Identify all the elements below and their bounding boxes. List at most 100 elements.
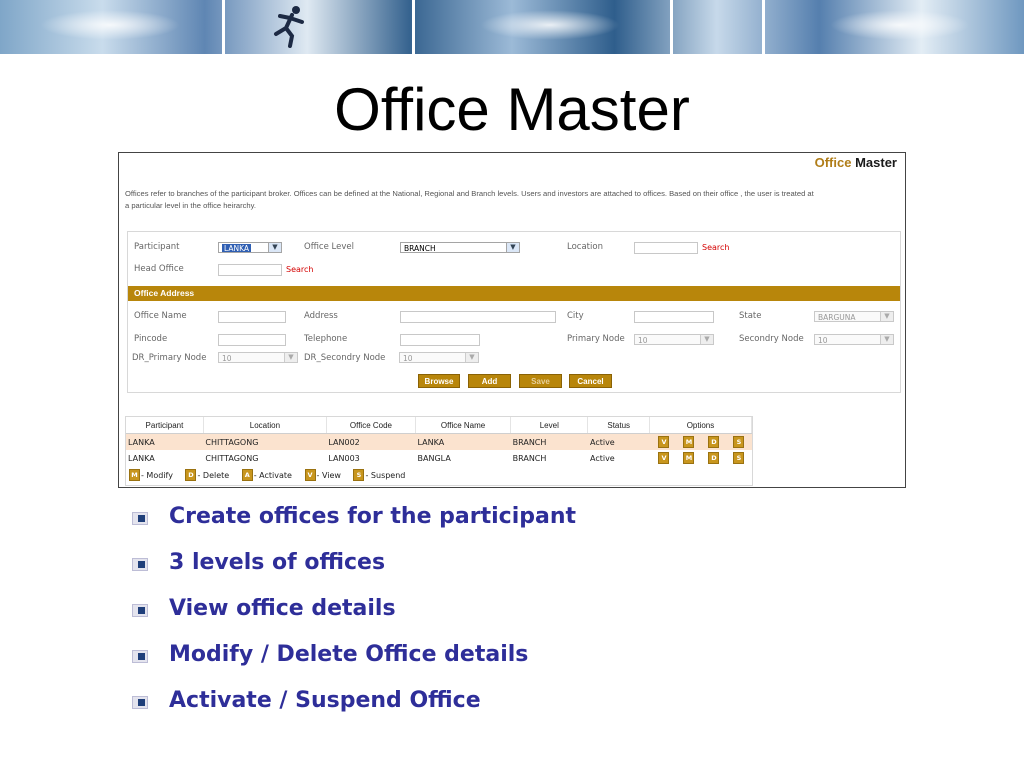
legend-text: - Activate xyxy=(253,470,292,480)
view-icon: V xyxy=(304,469,316,481)
cell-participant: LANKA xyxy=(128,453,155,463)
cell-office-code: LAN003 xyxy=(328,453,360,463)
chevron-down-icon[interactable]: ▼ xyxy=(268,243,281,252)
head-office-input[interactable] xyxy=(218,264,282,276)
offices-table-panel: Participant Location Office Code Office … xyxy=(125,416,753,486)
modify-icon: M xyxy=(129,469,140,481)
office-name-input[interactable] xyxy=(218,311,286,323)
primary-node-label: Primary Node xyxy=(567,334,625,344)
telephone-input[interactable] xyxy=(400,334,480,346)
table-row[interactable]: LANKA CHITTAGONG LAN003 BANGLA BRANCH Ac… xyxy=(126,450,752,466)
column-header-office-code[interactable]: Office Code xyxy=(326,417,417,434)
delete-icon[interactable]: D xyxy=(708,436,720,448)
legend-text: - View xyxy=(316,470,341,480)
banner-light-flare xyxy=(480,10,620,40)
chevron-down-icon[interactable]: ▼ xyxy=(880,335,893,344)
runner-icon xyxy=(274,6,304,48)
primary-node-select-value: 10 xyxy=(638,336,648,345)
browse-button[interactable]: Browse xyxy=(418,374,460,388)
column-header-location[interactable]: Location xyxy=(203,417,327,434)
city-label: City xyxy=(567,311,584,321)
chevron-down-icon[interactable]: ▼ xyxy=(506,243,519,252)
chevron-down-icon[interactable]: ▼ xyxy=(880,312,893,321)
legend-item-modify: M- Modify xyxy=(129,469,173,481)
column-header-options: Options xyxy=(649,417,753,434)
location-search-link[interactable]: Search xyxy=(702,243,729,252)
view-icon[interactable]: V xyxy=(658,436,670,448)
bullet-item: View office details xyxy=(130,594,576,640)
column-header-participant[interactable]: Participant xyxy=(126,417,204,434)
state-select-value: BARGUNA xyxy=(818,313,856,322)
cell-level: BRANCH xyxy=(510,433,588,450)
cell-status: Active xyxy=(587,433,650,450)
dr-secondry-node-select[interactable]: 10 ▼ xyxy=(399,352,479,363)
modify-icon[interactable]: M xyxy=(683,452,695,464)
office-level-select[interactable]: BRANCH ▼ xyxy=(400,242,520,253)
delete-icon: D xyxy=(185,469,197,481)
address-label: Address xyxy=(304,311,338,321)
chevron-down-icon[interactable]: ▼ xyxy=(700,335,713,344)
secondry-node-label: Secondry Node xyxy=(739,334,804,344)
bullet-icon xyxy=(132,558,148,571)
location-input[interactable] xyxy=(634,242,698,254)
column-header-office-name[interactable]: Office Name xyxy=(415,417,512,434)
cell-office-code: LAN002 xyxy=(326,433,416,450)
description-text: Offices refer to branches of the partici… xyxy=(125,189,814,210)
delete-icon[interactable]: D xyxy=(708,452,720,464)
bullet-item: Modify / Delete Office details xyxy=(130,640,576,686)
office-name-label: Office Name xyxy=(134,311,187,321)
state-select[interactable]: BARGUNA ▼ xyxy=(814,311,894,322)
column-header-level[interactable]: Level xyxy=(510,417,589,434)
cell-office-name: LANKA xyxy=(415,433,511,450)
bullet-item: Activate / Suspend Office xyxy=(130,686,576,732)
cancel-button[interactable]: Cancel xyxy=(569,374,612,388)
bullet-icon xyxy=(132,604,148,617)
bullet-text: 3 levels of offices xyxy=(169,550,386,575)
bullet-icon xyxy=(132,512,148,525)
dr-primary-node-select[interactable]: 10 ▼ xyxy=(218,352,298,363)
view-icon[interactable]: V xyxy=(658,452,670,464)
telephone-label: Telephone xyxy=(304,334,348,344)
options-legend: M- Modify D- Delete A- Activate V- View … xyxy=(129,469,415,481)
participant-label: Participant xyxy=(134,242,180,252)
pincode-label: Pincode xyxy=(134,334,168,344)
chevron-down-icon[interactable]: ▼ xyxy=(284,353,297,362)
head-office-label: Head Office xyxy=(134,264,184,274)
office-level-select-value: BRANCH xyxy=(404,244,436,253)
bullet-item: 3 levels of offices xyxy=(130,548,576,594)
bullet-text: Modify / Delete Office details xyxy=(169,642,529,667)
column-header-status[interactable]: Status xyxy=(587,417,650,434)
chevron-down-icon[interactable]: ▼ xyxy=(465,353,478,362)
add-button[interactable]: Add xyxy=(468,374,511,388)
app-title-office: Office xyxy=(814,155,852,170)
cell-options: VMDS xyxy=(649,433,752,450)
head-office-search-link[interactable]: Search xyxy=(286,265,313,274)
dr-primary-node-label: DR_Primary Node xyxy=(132,353,207,363)
table-row[interactable]: LANKA CHITTAGONG LAN002 LANKA BRANCH Act… xyxy=(126,433,752,450)
suspend-icon[interactable]: S xyxy=(733,436,745,448)
bullet-text: Activate / Suspend Office xyxy=(169,688,481,713)
bullet-text: View office details xyxy=(169,596,396,621)
legend-text: - Delete xyxy=(197,470,230,480)
participant-select[interactable]: LANKA ▼ xyxy=(218,242,282,253)
bullet-item: Create offices for the participant xyxy=(130,502,576,548)
pincode-input[interactable] xyxy=(218,334,286,346)
secondry-node-select[interactable]: 10 ▼ xyxy=(814,334,894,345)
address-input[interactable] xyxy=(400,311,556,323)
bullet-text: Create offices for the participant xyxy=(169,504,577,529)
banner-divider xyxy=(222,0,225,54)
city-input[interactable] xyxy=(634,311,714,323)
modify-icon[interactable]: M xyxy=(683,436,695,448)
save-button[interactable]: Save xyxy=(519,374,562,388)
app-title-master: Master xyxy=(855,155,897,170)
dr-primary-node-select-value: 10 xyxy=(222,354,232,363)
header-banner xyxy=(0,0,1024,54)
legend-text: - Modify xyxy=(141,470,173,480)
legend-item-activate: A- Activate xyxy=(241,469,292,481)
suspend-icon[interactable]: S xyxy=(733,452,745,464)
office-form: Participant LANKA ▼ Office Level BRANCH … xyxy=(127,231,901,393)
office-address-section-header: Office Address xyxy=(128,286,900,301)
state-label: State xyxy=(739,311,762,321)
primary-node-select[interactable]: 10 ▼ xyxy=(634,334,714,345)
cell-location: CHITTAGONG xyxy=(203,433,327,450)
